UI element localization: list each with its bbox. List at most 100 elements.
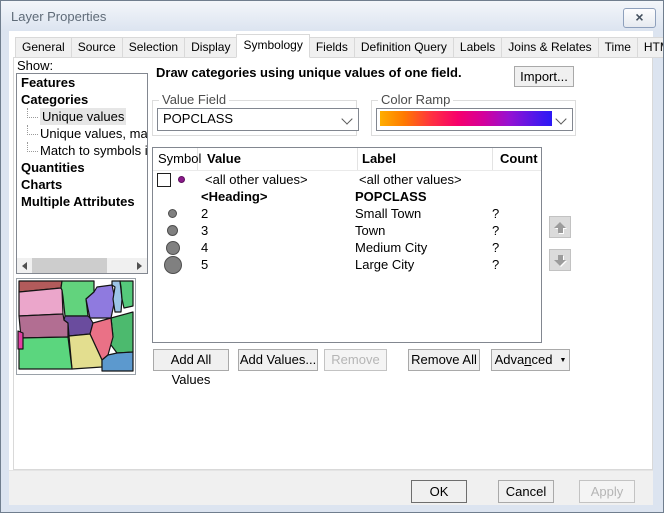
symbology-preview-map <box>16 278 136 375</box>
tree-horizontal-scrollbar[interactable] <box>17 258 147 273</box>
close-icon: × <box>635 9 643 25</box>
import-button[interactable]: Import... <box>514 66 574 87</box>
table-row[interactable]: 3 Town ? <box>153 222 541 239</box>
tree-item-match-symbols[interactable]: Match to symbols in a <box>17 142 147 159</box>
up-arrow-icon <box>554 222 566 233</box>
preview-map-svg <box>17 279 135 374</box>
table-row[interactable]: 2 Small Town ? <box>153 205 541 222</box>
map-state-polygon <box>18 331 23 349</box>
column-header-count[interactable]: Count <box>493 148 542 170</box>
tree-item-quantities[interactable]: Quantities <box>17 159 147 176</box>
table-row-heading[interactable]: <Heading> POPCLASS <box>153 188 541 205</box>
apply-button: Apply <box>579 480 635 503</box>
gray-circle-symbol-icon[interactable] <box>164 256 182 274</box>
cancel-button[interactable]: Cancel <box>498 480 554 503</box>
row-value: <Heading> <box>192 189 351 204</box>
chevron-down-icon <box>341 113 352 124</box>
remove-all-button[interactable]: Remove All <box>408 349 480 371</box>
map-state-polygon <box>19 288 63 316</box>
tree-item-categories[interactable]: Categories <box>17 91 147 108</box>
color-ramp-legend: Color Ramp <box>378 93 453 107</box>
show-tree: Features Categories Unique values Unique… <box>16 73 148 274</box>
map-state-polygon <box>19 314 68 338</box>
scrollbar-thumb[interactable] <box>32 258 107 273</box>
table-row[interactable]: 4 Medium City ? <box>153 239 541 256</box>
tab-display[interactable]: Display <box>185 37 237 58</box>
unique-values-table: Symbol Value Label Count <all other valu… <box>152 147 542 343</box>
tab-source[interactable]: Source <box>72 37 123 58</box>
color-ramp-dropdown[interactable] <box>376 108 573 131</box>
color-ramp-swatch <box>380 111 552 126</box>
color-ramp-group: Color Ramp <box>371 100 576 136</box>
table-row[interactable]: 5 Large City ? <box>153 256 541 273</box>
dropdown-arrow-icon: ▼ <box>559 357 566 364</box>
row-label: POPCLASS <box>351 189 485 204</box>
tab-joins-relates[interactable]: Joins & Relates <box>502 37 598 58</box>
tree-item-unique-values[interactable]: Unique values <box>17 108 147 125</box>
method-description: Draw categories using unique values of o… <box>156 65 511 80</box>
dialog-title: Layer Properties <box>11 9 106 24</box>
column-header-symbol[interactable]: Symbol <box>153 148 198 170</box>
tab-time[interactable]: Time <box>599 37 638 58</box>
tab-general[interactable]: General <box>15 37 72 58</box>
value-field-group: Value Field POPCLASS <box>152 100 357 136</box>
tab-selection[interactable]: Selection <box>123 37 185 58</box>
move-up-button[interactable] <box>549 216 571 238</box>
add-values-button[interactable]: Add Values... <box>238 349 318 371</box>
gray-circle-symbol-icon[interactable] <box>167 225 178 236</box>
right-arrow-icon <box>137 262 142 270</box>
purple-dot-symbol-icon[interactable] <box>178 176 185 183</box>
value-field-dropdown[interactable]: POPCLASS <box>157 108 359 131</box>
row-label: Small Town <box>351 206 485 221</box>
row-value: 5 <box>192 257 351 272</box>
tree-connector-icon <box>27 108 38 118</box>
gray-circle-symbol-icon[interactable] <box>166 241 180 255</box>
row-value: <all other values> <box>196 172 355 187</box>
ok-button[interactable]: OK <box>411 480 467 503</box>
move-down-button[interactable] <box>549 249 571 271</box>
all-other-values-checkbox[interactable] <box>157 173 171 187</box>
tree-item-multiple-attributes[interactable]: Multiple Attributes <box>17 193 147 210</box>
tab-symbology[interactable]: Symbology <box>236 34 309 58</box>
row-label: Medium City <box>351 240 485 255</box>
tab-fields[interactable]: Fields <box>310 37 355 58</box>
scrollbar-right-arrow[interactable] <box>132 258 147 273</box>
value-field-selected: POPCLASS <box>163 111 233 126</box>
row-value: 4 <box>192 240 351 255</box>
gray-circle-symbol-icon[interactable] <box>168 209 177 218</box>
row-value: 2 <box>192 206 351 221</box>
row-count: ? <box>485 206 542 221</box>
left-arrow-icon <box>22 262 27 270</box>
scrollbar-left-arrow[interactable] <box>17 258 32 273</box>
row-label: Large City <box>351 257 485 272</box>
dialog-footer <box>9 470 653 505</box>
advanced-button[interactable]: Advanced▼ <box>491 349 570 371</box>
title-bar[interactable]: Layer Properties × <box>1 1 663 31</box>
map-state-polygon <box>19 337 72 369</box>
row-count: ? <box>485 240 542 255</box>
tab-labels[interactable]: Labels <box>454 37 502 58</box>
tree-connector-icon <box>27 142 38 152</box>
table-row[interactable]: <all other values> <all other values> <box>153 171 541 188</box>
row-count: ? <box>485 257 542 272</box>
row-count: ? <box>485 223 542 238</box>
row-value: 3 <box>192 223 351 238</box>
add-all-values-button[interactable]: Add All Values <box>153 349 229 371</box>
value-field-legend: Value Field <box>159 93 229 107</box>
column-header-label[interactable]: Label <box>358 148 493 170</box>
tab-strip: General Source Selection Display Symbolo… <box>15 36 664 58</box>
tree-item-features[interactable]: Features <box>17 74 147 91</box>
tree-item-charts[interactable]: Charts <box>17 176 147 193</box>
row-label: Town <box>351 223 485 238</box>
tab-html-popup[interactable]: HTML Popup <box>638 37 664 58</box>
close-button[interactable]: × <box>623 8 656 28</box>
column-header-value[interactable]: Value <box>198 148 358 170</box>
tree-item-unique-values-many[interactable]: Unique values, many <box>17 125 147 142</box>
table-header: Symbol Value Label Count <box>153 148 541 171</box>
tab-definition-query[interactable]: Definition Query <box>355 37 454 58</box>
remove-button: Remove <box>324 349 387 371</box>
layer-properties-dialog: Layer Properties × General Source Select… <box>0 0 664 513</box>
row-label: <all other values> <box>355 172 489 187</box>
map-state-polygon <box>64 316 93 336</box>
show-label: Show: <box>17 58 53 73</box>
